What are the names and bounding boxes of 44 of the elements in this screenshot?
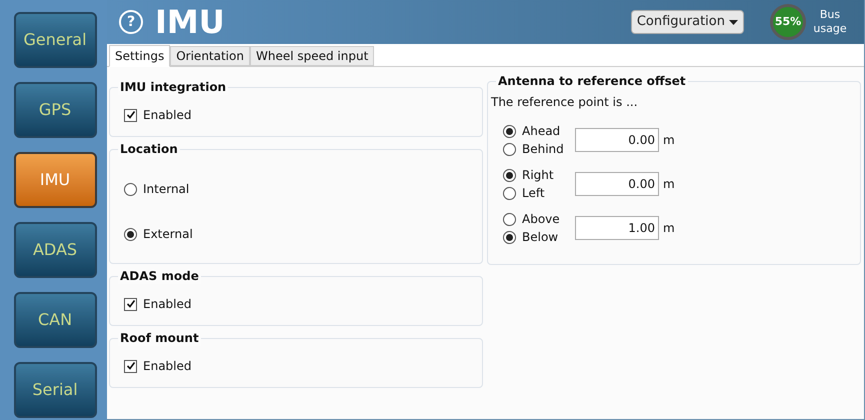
- group-title: IMU integration: [118, 79, 228, 95]
- checkbox-label: Enabled: [143, 296, 192, 313]
- radio-button[interactable]: [503, 124, 516, 138]
- value-field[interactable]: 0.00: [575, 128, 659, 152]
- radio-button[interactable]: [503, 230, 516, 244]
- radio-label: Below: [522, 229, 558, 246]
- checkbox-label: Enabled: [143, 107, 192, 124]
- sidebar-item[interactable]: Serial: [14, 362, 96, 418]
- page-title: IMU: [155, 6, 225, 38]
- radio-label: Right: [522, 167, 554, 184]
- configuration-dropdown[interactable]: Configuration: [630, 10, 744, 34]
- help-icon[interactable]: ?: [119, 10, 143, 34]
- checkbox[interactable]: [124, 360, 137, 372]
- bus-usage-label: Bus usage: [812, 8, 848, 36]
- radio-button[interactable]: [503, 186, 516, 200]
- radio-button[interactable]: [124, 182, 137, 196]
- value-field[interactable]: 0.00: [575, 172, 659, 196]
- radio-label: Above: [522, 211, 560, 228]
- radio-label: Behind: [522, 141, 564, 158]
- sidebar-item[interactable]: GPS: [14, 82, 96, 138]
- value-field[interactable]: 1.00: [575, 216, 659, 240]
- unit-label: m: [663, 132, 675, 149]
- radio-button[interactable]: [124, 228, 137, 240]
- radio-label: Left: [522, 185, 545, 202]
- bus-usage-gauge: 55%: [770, 4, 806, 40]
- caret-icon: [729, 20, 738, 24]
- tab[interactable]: Wheel speed input: [250, 46, 374, 66]
- radio-label: Internal: [143, 181, 190, 198]
- unit-label: m: [663, 220, 675, 237]
- sidebar-item[interactable]: CAN: [14, 292, 96, 348]
- checkbox[interactable]: [124, 108, 137, 122]
- tab[interactable]: Orientation: [170, 46, 250, 66]
- tab[interactable]: Settings: [109, 45, 170, 67]
- checkbox[interactable]: [124, 298, 137, 310]
- radio-label: Ahead: [522, 123, 560, 140]
- unit-label: m: [663, 176, 675, 193]
- sidebar-item[interactable]: General: [14, 12, 96, 68]
- radio-button[interactable]: [503, 168, 516, 182]
- radio-label: External: [143, 226, 193, 243]
- radio-button[interactable]: [503, 212, 516, 226]
- sidebar-item[interactable]: ADAS: [14, 222, 96, 278]
- intro-text: The reference point is ...: [491, 94, 639, 110]
- radio-button[interactable]: [503, 142, 516, 156]
- checkbox-label: Enabled: [143, 358, 192, 375]
